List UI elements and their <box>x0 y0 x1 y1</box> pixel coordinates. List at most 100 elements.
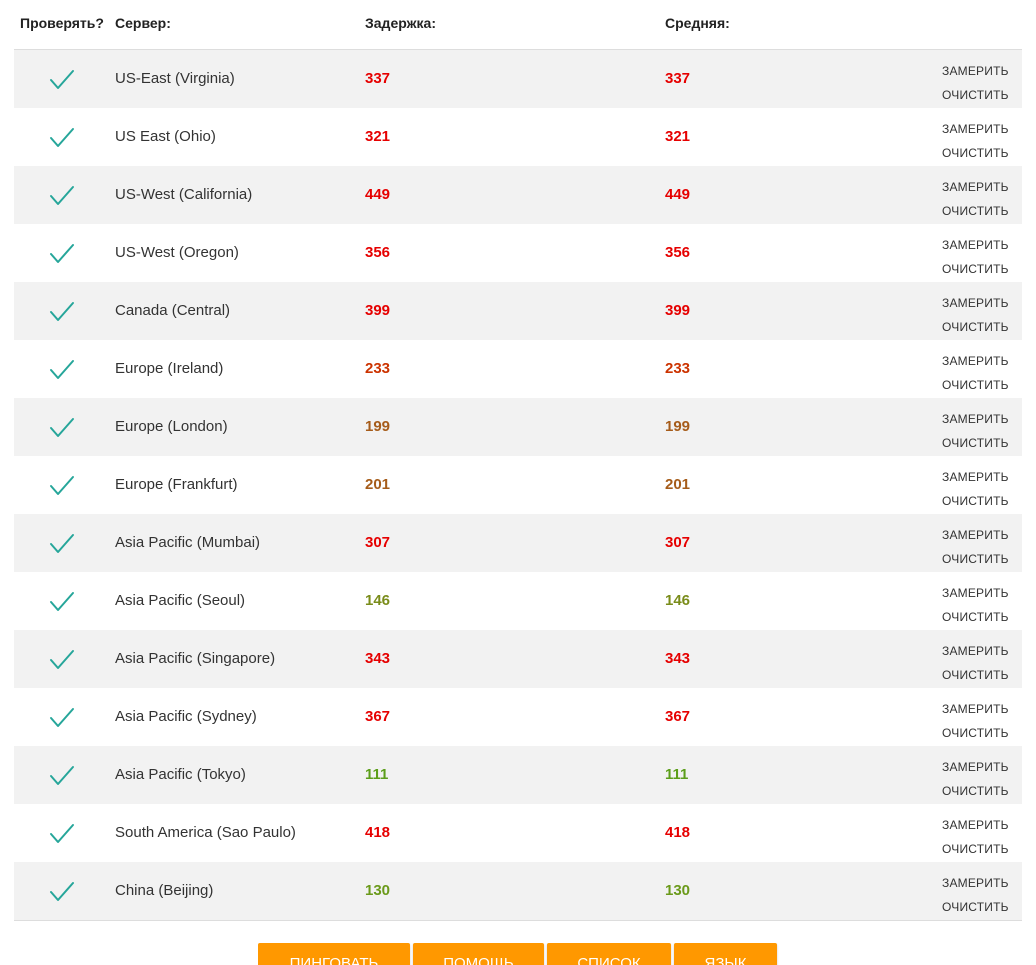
measure-button[interactable]: ЗАМЕРИТЬ <box>942 523 1018 547</box>
row-actions: ЗАМЕРИТЬ ОЧИСТИТЬ <box>942 59 1018 107</box>
check-toggle[interactable] <box>48 358 76 382</box>
latency-value: 367 <box>365 708 391 725</box>
average-value: 418 <box>665 824 691 841</box>
ping-page: Проверять? Сервер: Задержка: Средняя: US… <box>0 0 1036 965</box>
checkmark-icon <box>50 708 74 727</box>
latency-value: 418 <box>365 824 391 841</box>
row-actions: ЗАМЕРИТЬ ОЧИСТИТЬ <box>942 639 1018 687</box>
row-actions: ЗАМЕРИТЬ ОЧИСТИТЬ <box>942 175 1018 223</box>
list-button[interactable]: СПИСОК <box>547 943 671 965</box>
latency-value: 449 <box>365 186 391 203</box>
clear-button[interactable]: ОЧИСТИТЬ <box>942 373 1018 397</box>
clear-button[interactable]: ОЧИСТИТЬ <box>942 489 1018 513</box>
measure-button[interactable]: ЗАМЕРИТЬ <box>942 581 1018 605</box>
table-row: Asia Pacific (Mumbai) 307 307 ЗАМЕРИТЬ ОЧИСТ… <box>14 514 1022 572</box>
average-value: 201 <box>665 476 691 493</box>
row-actions: ЗАМЕРИТЬ ОЧИСТИТЬ <box>942 813 1018 861</box>
row-actions: ЗАМЕРИТЬ ОЧИСТИТЬ <box>942 349 1018 397</box>
table-row: Canada (Central) 399 399 ЗАМЕРИТЬ ОЧИСТИТЬ <box>14 282 1022 340</box>
checkmark-icon <box>50 128 74 147</box>
server-name: Asia Pacific (Sydney) <box>115 708 257 725</box>
clear-button[interactable]: ОЧИСТИТЬ <box>942 315 1018 339</box>
clear-button[interactable]: ОЧИСТИТЬ <box>942 721 1018 745</box>
latency-value: 130 <box>365 882 391 899</box>
check-toggle[interactable] <box>48 590 76 614</box>
clear-button[interactable]: ОЧИСТИТЬ <box>942 895 1018 919</box>
clear-button[interactable]: ОЧИСТИТЬ <box>942 837 1018 861</box>
table-row: Asia Pacific (Seoul) 146 146 ЗАМЕРИТЬ ОЧИСТИ… <box>14 572 1022 630</box>
clear-button[interactable]: ОЧИСТИТЬ <box>942 141 1018 165</box>
measure-button[interactable]: ЗАМЕРИТЬ <box>942 349 1018 373</box>
check-toggle[interactable] <box>48 68 76 92</box>
checkmark-icon <box>50 882 74 901</box>
check-toggle[interactable] <box>48 300 76 324</box>
check-toggle[interactable] <box>48 474 76 498</box>
clear-button[interactable]: ОЧИСТИТЬ <box>942 199 1018 223</box>
average-value: 337 <box>665 70 691 87</box>
latency-value: 146 <box>365 592 391 609</box>
check-toggle[interactable] <box>48 880 76 904</box>
row-actions: ЗАМЕРИТЬ ОЧИСТИТЬ <box>942 523 1018 571</box>
measure-button[interactable]: ЗАМЕРИТЬ <box>942 755 1018 779</box>
average-value: 307 <box>665 534 691 551</box>
button-bar: ПИНГОВАТЬ ПОМОЩЬ СПИСОК ЯЗЫК <box>258 943 780 965</box>
table-row: Europe (Ireland) 233 233 ЗАМЕРИТЬ ОЧИСТИТЬ <box>14 340 1022 398</box>
server-name: Europe (Ireland) <box>115 360 224 377</box>
average-value: 449 <box>665 186 691 203</box>
clear-button[interactable]: ОЧИСТИТЬ <box>942 431 1018 455</box>
language-button[interactable]: ЯЗЫК <box>674 943 777 965</box>
row-actions: ЗАМЕРИТЬ ОЧИСТИТЬ <box>942 117 1018 165</box>
server-table: Проверять? Сервер: Задержка: Средняя: US… <box>14 0 1022 921</box>
check-toggle[interactable] <box>48 706 76 730</box>
clear-button[interactable]: ОЧИСТИТЬ <box>942 605 1018 629</box>
measure-button[interactable]: ЗАМЕРИТЬ <box>942 117 1018 141</box>
measure-button[interactable]: ЗАМЕРИТЬ <box>942 291 1018 315</box>
measure-button[interactable]: ЗАМЕРИТЬ <box>942 233 1018 257</box>
checkmark-icon <box>50 766 74 785</box>
table-row: US-West (California) 449 449 ЗАМЕРИТЬ ОЧИСТИ… <box>14 166 1022 224</box>
checkmark-icon <box>50 592 74 611</box>
measure-button[interactable]: ЗАМЕРИТЬ <box>942 465 1018 489</box>
latency-value: 233 <box>365 360 391 377</box>
clear-button[interactable]: ОЧИСТИТЬ <box>942 83 1018 107</box>
latency-value: 356 <box>365 244 391 261</box>
check-toggle[interactable] <box>48 242 76 266</box>
check-toggle[interactable] <box>48 648 76 672</box>
measure-button[interactable]: ЗАМЕРИТЬ <box>942 813 1018 837</box>
measure-button[interactable]: ЗАМЕРИТЬ <box>942 59 1018 83</box>
measure-button[interactable]: ЗАМЕРИТЬ <box>942 871 1018 895</box>
server-name: US-East (Virginia) <box>115 70 235 87</box>
checkmark-icon <box>50 70 74 89</box>
clear-button[interactable]: ОЧИСТИТЬ <box>942 257 1018 281</box>
server-name: US-West (California) <box>115 186 253 203</box>
table-row: US East (Ohio) 321 321 ЗАМЕРИТЬ ОЧИСТИТЬ <box>14 108 1022 166</box>
table-row: China (Beijing) 130 130 ЗАМЕРИТЬ ОЧИСТИТЬ <box>14 862 1022 920</box>
table-row: South America (Sao Paulo) 418 418 ЗАМЕРИТЬ О… <box>14 804 1022 862</box>
measure-button[interactable]: ЗАМЕРИТЬ <box>942 175 1018 199</box>
measure-button[interactable]: ЗАМЕРИТЬ <box>942 639 1018 663</box>
check-toggle[interactable] <box>48 126 76 150</box>
ping-button[interactable]: ПИНГОВАТЬ <box>258 943 410 965</box>
clear-button[interactable]: ОЧИСТИТЬ <box>942 779 1018 803</box>
check-toggle[interactable] <box>48 532 76 556</box>
server-name: Asia Pacific (Tokyo) <box>115 766 246 783</box>
row-actions: ЗАМЕРИТЬ ОЧИСТИТЬ <box>942 755 1018 803</box>
check-toggle[interactable] <box>48 764 76 788</box>
check-toggle[interactable] <box>48 416 76 440</box>
table-row: US-East (Virginia) 337 337 ЗАМЕРИТЬ ОЧИСТИТЬ <box>14 50 1022 108</box>
help-button[interactable]: ПОМОЩЬ <box>413 943 544 965</box>
table-row: Asia Pacific (Sydney) 367 367 ЗАМЕРИТЬ ОЧИСТ… <box>14 688 1022 746</box>
check-toggle[interactable] <box>48 184 76 208</box>
average-value: 111 <box>665 766 689 783</box>
check-toggle[interactable] <box>48 822 76 846</box>
server-name: Canada (Central) <box>115 302 231 319</box>
server-name: Europe (Frankfurt) <box>115 476 238 493</box>
server-name: Asia Pacific (Seoul) <box>115 592 246 609</box>
clear-button[interactable]: ОЧИСТИТЬ <box>942 547 1018 571</box>
clear-button[interactable]: ОЧИСТИТЬ <box>942 663 1018 687</box>
server-name: South America (Sao Paulo) <box>115 824 296 841</box>
measure-button[interactable]: ЗАМЕРИТЬ <box>942 407 1018 431</box>
latency-value: 321 <box>365 128 391 145</box>
measure-button[interactable]: ЗАМЕРИТЬ <box>942 697 1018 721</box>
row-actions: ЗАМЕРИТЬ ОЧИСТИТЬ <box>942 581 1018 629</box>
